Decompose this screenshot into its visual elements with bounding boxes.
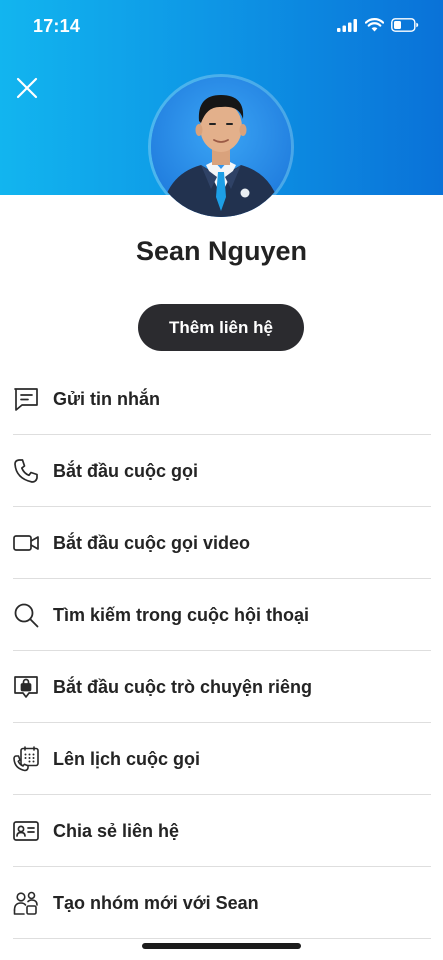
menu-item-schedule-call[interactable]: Lên lịch cuộc gọi [0, 723, 443, 795]
menu-item-label: Chia sẻ liên hệ [53, 820, 180, 841]
close-icon [16, 77, 38, 99]
menu-item-new-group[interactable]: Tạo nhóm mới với Sean [0, 867, 443, 939]
menu-item-label: Tạo nhóm mới với Sean [53, 892, 259, 913]
avatar-photo [151, 77, 291, 217]
menu-item-private-chat[interactable]: Bắt đầu cuộc trò chuyện riêng [0, 651, 443, 723]
status-bar: 17:14 [0, 0, 443, 55]
avatar[interactable] [151, 77, 291, 217]
add-contact-button[interactable]: Thêm liên hệ [138, 304, 304, 351]
cellular-signal-icon [337, 18, 357, 32]
menu-item-send-message[interactable]: Gửi tin nhắn [0, 363, 443, 435]
status-time: 17:14 [33, 16, 81, 36]
phone-icon [12, 457, 40, 485]
profile-name: Sean Nguyen [135, 236, 308, 266]
schedule-call-icon [12, 745, 40, 773]
menu-item-search-conversation[interactable]: Tìm kiếm trong cuộc hội thoại [0, 579, 443, 651]
menu-item-share-contact[interactable]: Chia sẻ liên hệ [0, 795, 443, 867]
menu-item-label: Bắt đầu cuộc gọi [53, 460, 199, 481]
action-menu: Gửi tin nhắn Bắt đầu cuộc gọi Bắt đầu cu… [0, 363, 443, 939]
private-chat-lock-icon [12, 673, 40, 701]
contact-card-icon [12, 817, 40, 845]
battery-icon [391, 18, 419, 32]
menu-item-start-video-call[interactable]: Bắt đầu cuộc gọi video [0, 507, 443, 579]
status-icons [337, 18, 419, 32]
menu-item-label: Bắt đầu cuộc gọi video [53, 532, 251, 553]
message-icon [12, 385, 40, 413]
menu-item-label: Lên lịch cuộc gọi [53, 748, 201, 769]
video-camera-icon [12, 529, 40, 557]
new-group-icon [12, 889, 40, 917]
search-icon [12, 601, 40, 629]
close-button[interactable] [11, 72, 43, 104]
menu-item-label: Gửi tin nhắn [53, 388, 161, 409]
wifi-icon [365, 18, 384, 32]
menu-item-label: Tìm kiếm trong cuộc hội thoại [53, 604, 310, 625]
home-indicator [142, 943, 301, 949]
menu-item-label: Bắt đầu cuộc trò chuyện riêng [53, 676, 313, 697]
menu-item-start-call[interactable]: Bắt đầu cuộc gọi [0, 435, 443, 507]
